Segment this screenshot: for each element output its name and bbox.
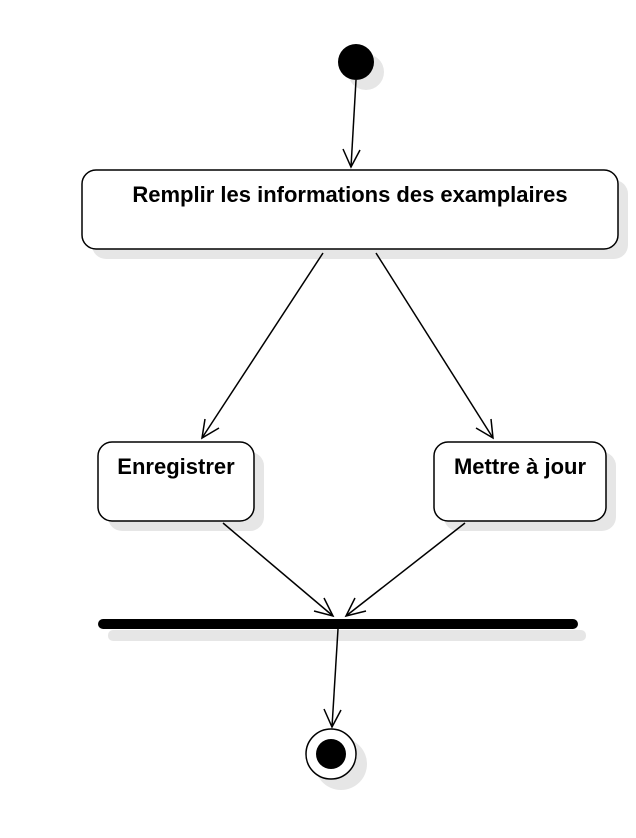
action-fill-info-label: Remplir les informations des examplaires	[132, 182, 567, 207]
edge-update-to-join	[344, 522, 466, 618]
shadows	[92, 54, 628, 790]
edge-join-to-final	[323, 628, 342, 729]
action-save-label: Enregistrer	[117, 454, 235, 479]
edge-fill-info-to-update	[375, 252, 494, 440]
join-bar	[98, 619, 578, 629]
activity-diagram: Remplir les informations des examplaires…	[81, 44, 628, 790]
initial-node	[338, 44, 374, 80]
action-save: Enregistrer	[97, 441, 255, 522]
edge-fill-info-to-save	[201, 252, 324, 440]
final-node	[305, 728, 357, 780]
edge-save-to-join	[222, 522, 335, 618]
action-update: Mettre à jour	[433, 441, 607, 522]
action-fill-info: Remplir les informations des examplaires	[81, 169, 619, 250]
edge-initial-to-fill-info	[342, 79, 361, 169]
action-update-label: Mettre à jour	[454, 454, 586, 479]
